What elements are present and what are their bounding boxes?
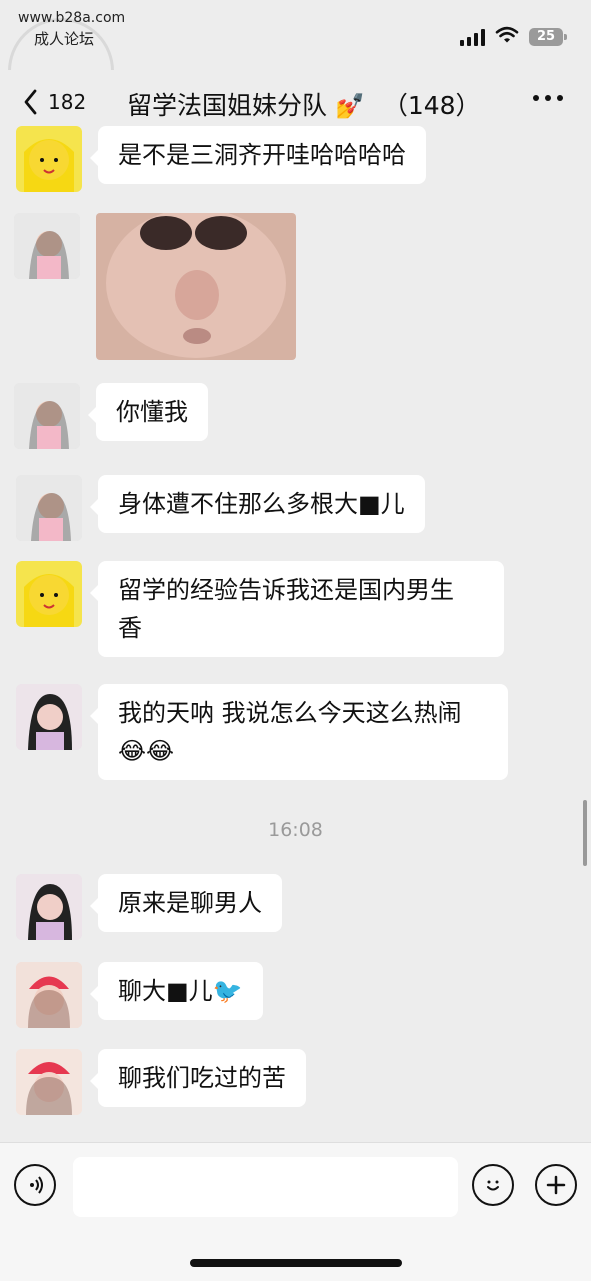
- message-input[interactable]: [73, 1157, 458, 1217]
- back-button[interactable]: 182: [22, 88, 86, 116]
- message-row: 留学的经验告诉我还是国内男生 香: [16, 561, 504, 657]
- message-row: 聊我们吃过的苦: [16, 1049, 306, 1115]
- page-title: 留学法国姐妹分队 💅 （148）: [127, 86, 481, 122]
- status-right: 25: [460, 26, 567, 48]
- message-text: 原来是聊男人: [118, 889, 262, 917]
- message-text: 聊大■儿🐦: [118, 977, 243, 1005]
- emoji-button[interactable]: [472, 1164, 514, 1206]
- message-bubble[interactable]: 聊大■儿🐦: [90, 962, 263, 1020]
- message-timestamp: 16:08: [268, 819, 323, 841]
- message-bubble[interactable]: 聊我们吃过的苦: [90, 1049, 306, 1107]
- nail-polish-icon: 💅: [334, 92, 365, 120]
- message-text: 身体遭不住那么多根大■儿: [118, 490, 405, 518]
- message-text: 聊我们吃过的苦: [118, 1064, 286, 1092]
- message-bubble[interactable]: 是不是三洞齐开哇哈哈哈哈: [90, 126, 426, 184]
- avatar-girl-floral[interactable]: [16, 684, 82, 750]
- emoji-icon: [487, 1180, 499, 1191]
- message-text-line: 我的天呐 我说怎么今天这么热闹: [118, 699, 462, 727]
- group-name: 留学法国姐妹分队: [127, 91, 328, 120]
- chevron-left-icon: [24, 89, 37, 115]
- signal-icon: [460, 28, 485, 46]
- avatar-girl-pink-top[interactable]: [14, 213, 80, 279]
- avatar-girl-floral[interactable]: [16, 874, 82, 940]
- plus-icon: [546, 1175, 566, 1195]
- message-anime-row: 是不是三洞齐开哇哈哈哈哈: [16, 126, 426, 192]
- wifi-icon: [495, 26, 519, 48]
- message-bubble[interactable]: 我的天呐 我说怎么今天这么热闹 😂😂: [90, 684, 508, 780]
- unread-count: 182: [48, 90, 87, 114]
- message-text: 你懂我: [116, 398, 188, 426]
- avatar-girl-red-beanie[interactable]: [16, 962, 82, 1028]
- carrier-text: 成人论坛: [34, 30, 95, 48]
- message-row: 你懂我: [14, 383, 208, 449]
- scrollbar-thumb[interactable]: [583, 800, 587, 866]
- watermark-url: www.b28a.com: [18, 10, 126, 26]
- avatar-anime-girl[interactable]: [16, 561, 82, 627]
- message-text-line: 留学的经验告诉我还是国内男生: [118, 576, 454, 604]
- message-bubble[interactable]: 身体遭不住那么多根大■儿: [90, 475, 425, 533]
- message-bubble[interactable]: 你懂我: [88, 383, 208, 441]
- laughing-icons: 😂😂: [118, 737, 175, 765]
- member-count: （148）: [382, 91, 481, 120]
- message-row: 身体遭不住那么多根大■儿: [16, 475, 425, 541]
- avatar-anime-girl[interactable]: [16, 126, 82, 192]
- battery-icon: 25: [529, 28, 567, 46]
- status-bar: www.b28a.com 成人论坛 25: [0, 0, 591, 124]
- baby-face-image[interactable]: [96, 213, 296, 360]
- message-image-row: [14, 213, 296, 360]
- message-bubble[interactable]: 留学的经验告诉我还是国内男生 香: [90, 561, 504, 657]
- voice-button[interactable]: [14, 1164, 56, 1206]
- message-row: 我的天呐 我说怎么今天这么热闹 😂😂: [16, 684, 508, 780]
- plus-button[interactable]: [535, 1164, 577, 1206]
- message-text-line: 香: [118, 614, 142, 642]
- message-row: 原来是聊男人: [16, 874, 282, 940]
- avatar-girl-red-hat[interactable]: [16, 1049, 82, 1115]
- message-text: 是不是三洞齐开哇哈哈哈哈: [118, 141, 406, 169]
- home-indicator[interactable]: [190, 1259, 402, 1267]
- more-icon[interactable]: [533, 95, 563, 101]
- avatar-girl-pink-top[interactable]: [14, 383, 80, 449]
- message-bubble[interactable]: 原来是聊男人: [90, 874, 282, 932]
- message-row: 聊大■儿🐦: [16, 962, 263, 1028]
- avatar-girl-pink-top[interactable]: [16, 475, 82, 541]
- voice-icon: [30, 1176, 43, 1194]
